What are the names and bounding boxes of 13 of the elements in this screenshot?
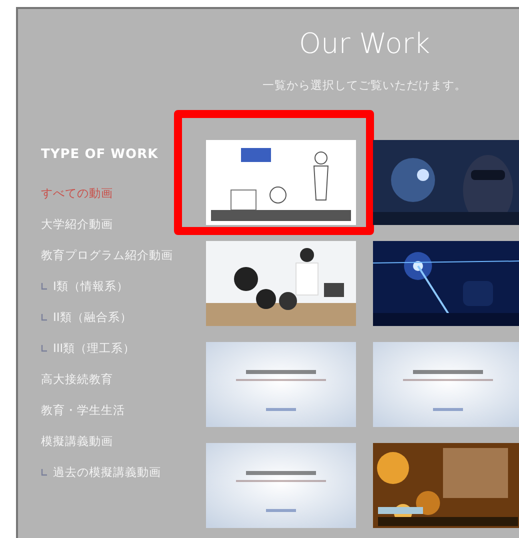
subcategory-link[interactable]: II類（融合系） <box>41 302 132 333</box>
page-subtitle: 一覧から選択してご覧いただけます。 <box>262 78 466 93</box>
category-link[interactable]: 大学紹介動画 <box>41 209 113 240</box>
subcategory-link[interactable]: III類（理工系） <box>41 333 136 364</box>
category-link[interactable]: すべての動画 <box>41 178 113 209</box>
category-link[interactable]: 教育プログラム紹介動画 <box>41 240 173 271</box>
sidebar-heading: TYPE OF WORK <box>41 147 158 162</box>
subcategory-link[interactable]: I類（情報系） <box>41 271 128 302</box>
category-link[interactable]: 教育・学生生活 <box>41 395 125 426</box>
page-title: Our Work <box>298 27 430 60</box>
category-link[interactable]: 高大接続教育 <box>41 364 113 395</box>
category-link[interactable]: 模擬講義動画 <box>41 426 113 457</box>
subcategory-link[interactable]: 過去の模擬講義動画 <box>41 457 161 488</box>
